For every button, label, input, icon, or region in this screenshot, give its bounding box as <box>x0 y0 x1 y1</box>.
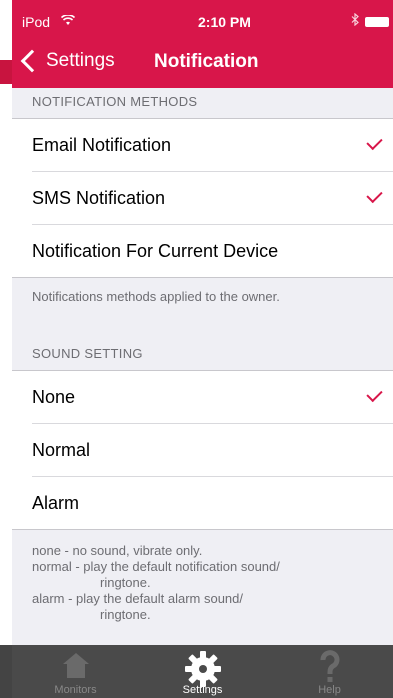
notification-methods-header: NOTIFICATION METHODS <box>32 94 198 109</box>
row-label: Alarm <box>32 492 80 513</box>
current-device-notification-row[interactable]: Notification For Current Device <box>32 225 393 277</box>
row-label: Normal <box>32 439 91 460</box>
row-label: Email Notification <box>32 134 172 155</box>
tab-label: Help <box>318 684 341 696</box>
status-bar: iPod 2:10 PM <box>12 0 393 36</box>
home-icon <box>62 653 89 678</box>
status-time: 2:10 PM <box>198 14 251 30</box>
left-edge-red-bar <box>0 60 12 84</box>
row-label: SMS Notification <box>32 187 166 208</box>
tab-settings[interactable]: Settings <box>139 645 266 698</box>
sound-none-row[interactable]: None <box>32 371 393 424</box>
question-icon <box>320 650 339 682</box>
footer-line: ringtone. <box>100 575 151 590</box>
page-title: Notification <box>154 51 259 72</box>
email-notification-row[interactable]: Email Notification <box>32 119 393 172</box>
sms-notification-row[interactable]: SMS Notification <box>32 172 393 225</box>
back-button[interactable]: Settings <box>18 48 115 74</box>
sound-setting-header: SOUND SETTING <box>32 346 143 361</box>
row-label: Notification For Current Device <box>32 240 279 261</box>
gear-icon <box>184 651 221 687</box>
chevron-left-icon <box>20 49 44 73</box>
footer-line: normal - play the default notification s… <box>32 559 280 574</box>
footer-line: none - no sound, vibrate only. <box>32 543 203 558</box>
carrier-label: iPod <box>22 14 51 30</box>
tab-help[interactable]: Help <box>266 645 393 698</box>
wifi-icon <box>60 14 76 29</box>
header: iPod 2:10 PM Settings Notification <box>12 0 393 88</box>
sound-setting-list: None Normal Alarm <box>12 370 393 530</box>
sound-alarm-row[interactable]: Alarm <box>32 477 393 529</box>
tab-monitors[interactable]: Monitors <box>12 645 139 698</box>
tab-bar: Monitors Settings Help <box>12 645 393 698</box>
notification-methods-footer: Notifications methods applied to the own… <box>32 289 280 304</box>
left-edge-strip <box>0 0 12 698</box>
app-screen: iPod 2:10 PM Settings Notification NOTIF… <box>12 0 393 698</box>
bluetooth-icon <box>351 12 359 29</box>
row-label: None <box>32 386 76 407</box>
sound-setting-footer: none - no sound, vibrate only. normal - … <box>32 543 280 623</box>
back-button-label: Settings <box>46 50 115 71</box>
checkmark-icon <box>366 186 383 204</box>
footer-line: alarm - play the default alarm sound/ <box>32 591 243 606</box>
footer-line: ringtone. <box>100 607 151 622</box>
sound-normal-row[interactable]: Normal <box>32 424 393 477</box>
checkmark-icon <box>366 385 383 403</box>
checkmark-icon <box>366 133 383 151</box>
notification-methods-list: Email Notification SMS Notification Noti… <box>12 118 393 278</box>
tab-label: Settings <box>182 684 223 696</box>
tab-label: Monitors <box>54 684 97 696</box>
left-edge-dark-bar <box>0 645 12 698</box>
battery-icon <box>365 17 389 27</box>
navigation-bar: Settings Notification <box>12 38 393 88</box>
